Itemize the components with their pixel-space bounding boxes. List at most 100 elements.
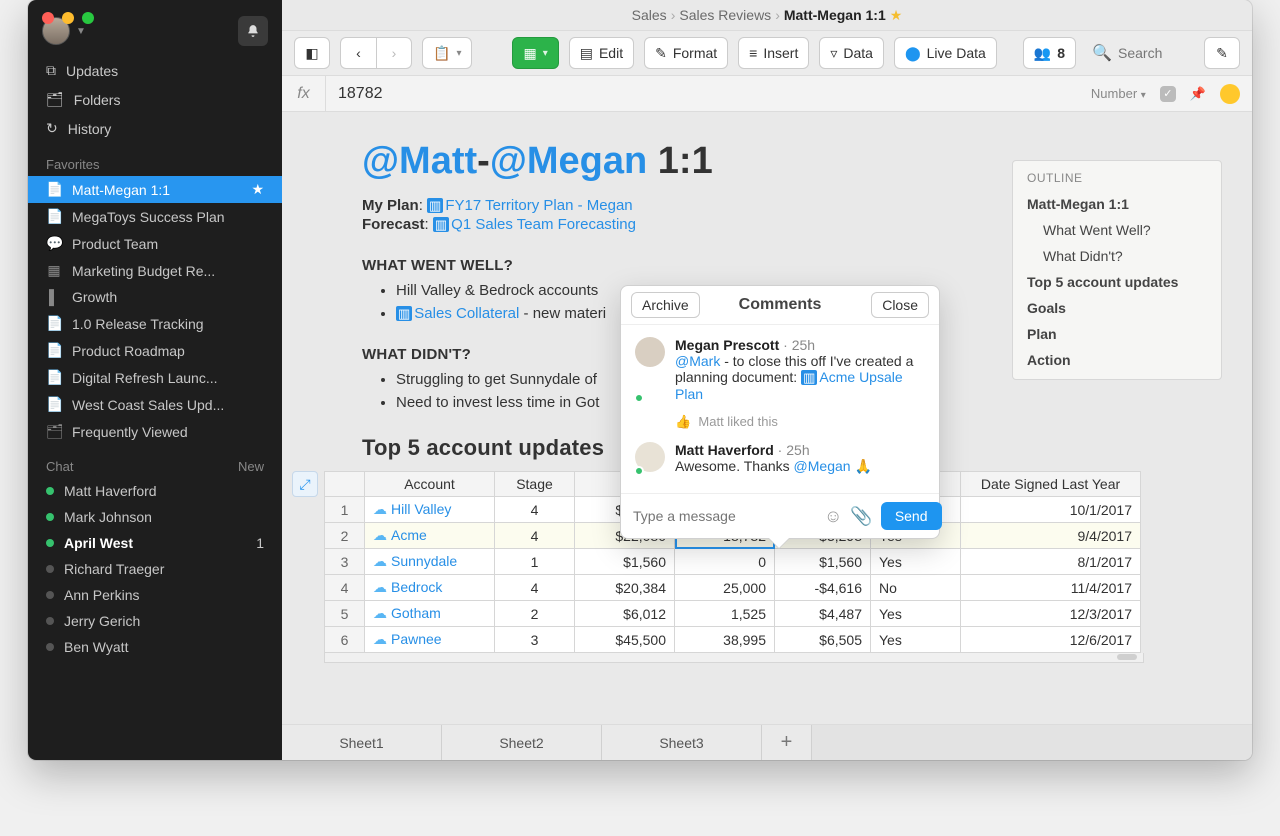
chat-item[interactable]: Richard Traeger <box>28 556 282 582</box>
cell-prepay[interactable]: No <box>871 575 961 601</box>
new-doc-button[interactable]: 📋▾ <box>422 37 472 69</box>
comment-reaction[interactable]: 👍 Matt liked this <box>675 414 925 430</box>
row-number[interactable]: 5 <box>325 601 365 627</box>
outline-row[interactable]: Matt-Megan 1:1 <box>1013 191 1221 217</box>
sidebar-item[interactable]: 📄Matt-Megan 1:1★ <box>28 176 282 203</box>
cell-account[interactable]: ☁Gotham <box>365 601 495 627</box>
cell[interactable]: $20,384 <box>575 575 675 601</box>
live-data-button[interactable]: ⬤ Live Data <box>894 37 997 69</box>
insert-button[interactable]: ≡ Insert <box>738 37 809 69</box>
cell[interactable]: $4,487 <box>775 601 871 627</box>
column-header[interactable]: Account <box>365 472 495 497</box>
chat-item[interactable]: Ann Perkins <box>28 582 282 608</box>
cell-date[interactable]: 8/1/2017 <box>961 549 1141 575</box>
emoji-icon[interactable]: ☺ <box>824 506 842 527</box>
row-number[interactable]: 1 <box>325 497 365 523</box>
cell[interactable]: 38,995 <box>675 627 775 653</box>
table-row[interactable]: 5☁Gotham2$6,0121,525$4,487Yes12/3/2017 <box>325 601 1141 627</box>
mention-matt[interactable]: @Matt <box>362 140 477 182</box>
breadcrumb-b[interactable]: Sales Reviews <box>679 7 771 23</box>
table-row[interactable]: 6☁Pawnee3$45,50038,995$6,505Yes12/6/2017 <box>325 627 1141 653</box>
format-button[interactable]: ✎ Format <box>644 37 728 69</box>
chat-item[interactable]: Matt Haverford <box>28 478 282 504</box>
cell-stage[interactable]: 4 <box>495 523 575 549</box>
pin-icon[interactable]: 📌 <box>1190 86 1206 102</box>
mention[interactable]: @Mark <box>675 353 720 369</box>
cell-date[interactable]: 12/3/2017 <box>961 601 1141 627</box>
cell-stage[interactable]: 1 <box>495 549 575 575</box>
fx-value[interactable]: 18782 <box>326 85 1079 103</box>
cell-stage[interactable]: 3 <box>495 627 575 653</box>
send-button[interactable]: Send <box>881 502 942 530</box>
cell-prepay[interactable]: Yes <box>871 601 961 627</box>
chat-item[interactable]: Ben Wyatt <box>28 634 282 660</box>
cell-prepay[interactable]: Yes <box>871 549 961 575</box>
cell-date[interactable]: 9/4/2017 <box>961 523 1141 549</box>
sheet-tab[interactable]: Sheet2 <box>442 725 602 760</box>
expand-sheet-button[interactable]: ⤢ <box>292 471 318 497</box>
sidebar-item[interactable]: 📄Digital Refresh Launc... <box>28 364 282 391</box>
sidebar-item[interactable]: 📄West Coast Sales Upd... <box>28 391 282 418</box>
sidebar-top-item[interactable]: ⧉Updates <box>28 56 282 85</box>
breadcrumb-a[interactable]: Sales <box>632 7 667 23</box>
chat-item[interactable]: Mark Johnson <box>28 504 282 530</box>
back-button[interactable]: ‹ <box>340 37 376 69</box>
cell-account[interactable]: ☁Pawnee <box>365 627 495 653</box>
outline-row[interactable]: Action <box>1013 347 1221 373</box>
cell-account[interactable]: ☁Acme <box>365 523 495 549</box>
data-button[interactable]: ▿ Data <box>819 37 884 69</box>
compose-button[interactable]: ✎ <box>1204 37 1240 69</box>
cell-account[interactable]: ☁Bedrock <box>365 575 495 601</box>
sidebar-item[interactable]: 📄1.0 Release Tracking <box>28 310 282 337</box>
cell[interactable]: $6,012 <box>575 601 675 627</box>
users-button[interactable]: 👥 8 <box>1023 37 1076 69</box>
cell[interactable]: 0 <box>675 549 775 575</box>
window-controls[interactable] <box>42 12 94 24</box>
sidebar-top-item[interactable]: 🗂Folders <box>28 85 282 114</box>
outline-row[interactable]: What Went Well? <box>1013 217 1221 243</box>
attachment-icon[interactable]: 📎 <box>850 506 872 527</box>
outline-row[interactable]: Goals <box>1013 295 1221 321</box>
row-number[interactable]: 3 <box>325 549 365 575</box>
cell-type[interactable]: Number ▾ <box>1091 86 1146 101</box>
outline-row[interactable]: What Didn't? <box>1013 243 1221 269</box>
sidebar-top-item[interactable]: ↻History <box>28 114 282 143</box>
table-row[interactable]: 3☁Sunnydale1$1,5600$1,560Yes8/1/2017 <box>325 549 1141 575</box>
column-header[interactable] <box>325 472 365 497</box>
sidebar-item[interactable]: 🗂Frequently Viewed <box>28 418 282 445</box>
star-icon[interactable]: ★ <box>890 7 903 24</box>
row-number[interactable]: 2 <box>325 523 365 549</box>
row-number[interactable]: 6 <box>325 627 365 653</box>
mention-megan[interactable]: @Megan <box>490 140 647 182</box>
sidebar-item[interactable]: ▦Marketing Budget Re... <box>28 257 282 284</box>
scroll-handle[interactable] <box>324 653 1144 663</box>
chat-item[interactable]: Jerry Gerich <box>28 608 282 634</box>
sheet-tab[interactable]: Sheet3 <box>602 725 762 760</box>
add-sheet-button[interactable]: + <box>762 725 812 760</box>
outline-row[interactable]: Plan <box>1013 321 1221 347</box>
cell-stage[interactable]: 4 <box>495 575 575 601</box>
table-row[interactable]: 4☁Bedrock4$20,38425,000-$4,616No11/4/201… <box>325 575 1141 601</box>
spreadsheet-button[interactable]: ▦▾ <box>512 37 558 69</box>
plan-link[interactable]: FY17 Territory Plan - Megan <box>445 197 632 214</box>
cell-account[interactable]: ☁Sunnydale <box>365 549 495 575</box>
comment-indicator-icon[interactable] <box>1220 84 1240 104</box>
sales-collateral-link[interactable]: Sales Collateral <box>414 305 519 322</box>
cell-date[interactable]: 10/1/2017 <box>961 497 1141 523</box>
column-header[interactable]: Stage <box>495 472 575 497</box>
notifications-button[interactable] <box>238 16 268 46</box>
cell[interactable]: 25,000 <box>675 575 775 601</box>
cell-date[interactable]: 11/4/2017 <box>961 575 1141 601</box>
sidebar-item[interactable]: ▌Growth <box>28 284 282 310</box>
checkbox-icon[interactable]: ✓ <box>1160 86 1176 102</box>
cell[interactable]: $6,505 <box>775 627 871 653</box>
search-input[interactable]: 🔍 <box>1086 43 1194 63</box>
cell-account[interactable]: ☁Hill Valley <box>365 497 495 523</box>
close-button[interactable]: Close <box>871 292 929 318</box>
cell-stage[interactable]: 2 <box>495 601 575 627</box>
chat-item[interactable]: April West1 <box>28 530 282 556</box>
cell[interactable]: $1,560 <box>575 549 675 575</box>
cell[interactable]: 1,525 <box>675 601 775 627</box>
sidebar-chat-new[interactable]: New <box>238 459 264 474</box>
cell-stage[interactable]: 4 <box>495 497 575 523</box>
